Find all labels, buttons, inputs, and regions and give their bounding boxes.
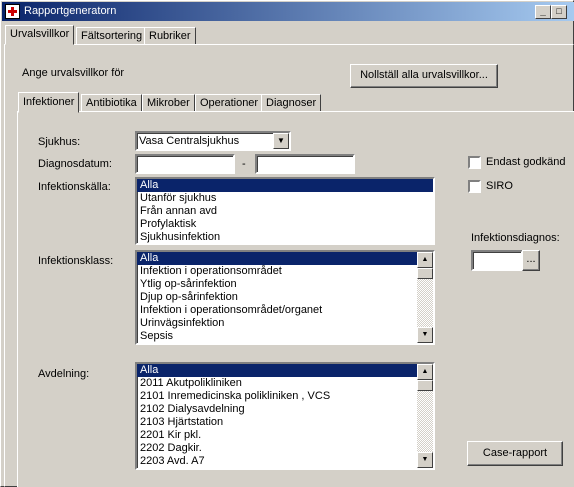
- datum-from-field[interactable]: [135, 154, 235, 174]
- arrow-up-icon[interactable]: ▲: [417, 252, 433, 268]
- list-item[interactable]: Sjukhusinfektion: [137, 231, 433, 243]
- tab-antibiotika[interactable]: Antibiotika: [81, 94, 142, 112]
- arrow-up-icon[interactable]: ▲: [417, 364, 433, 380]
- app-icon: [5, 4, 20, 19]
- klass-list[interactable]: Alla Infektion i operationsområdet Ytlig…: [135, 250, 435, 345]
- avdelning-list[interactable]: Alla 2011 Akutpolikliniken 2101 Inremedi…: [135, 362, 435, 470]
- datum-label: Diagnosdatum:: [38, 158, 112, 170]
- endast-godkand-checkbox[interactable]: [468, 156, 481, 169]
- sjukhus-select[interactable]: Vasa Centralsjukhus ▼: [135, 131, 291, 151]
- list-item[interactable]: 2103 Hjärtstation: [137, 416, 433, 429]
- scroll-thumb[interactable]: [417, 268, 433, 279]
- diagnos-label: Infektionsdiagnos:: [471, 232, 560, 244]
- datum-to-field[interactable]: [255, 154, 355, 174]
- arrow-down-icon[interactable]: ▼: [417, 452, 433, 468]
- kalla-label: Infektionskälla:: [38, 181, 111, 193]
- tab-faltsortering[interactable]: Fältsortering: [76, 27, 148, 45]
- list-item[interactable]: 2102 Dialysavdelning: [137, 403, 433, 416]
- maximize-button[interactable]: □: [551, 5, 567, 19]
- sjukhus-label: Sjukhus:: [38, 136, 81, 148]
- list-item[interactable]: Sepsis: [137, 330, 433, 343]
- list-item[interactable]: 2201 Kir pkl.: [137, 429, 433, 442]
- avdelning-scrollbar[interactable]: ▲ ▼: [417, 364, 433, 468]
- klass-scrollbar[interactable]: ▲ ▼: [417, 252, 433, 343]
- tab-operationer[interactable]: Operationer: [195, 94, 264, 112]
- avdelning-label: Avdelning:: [38, 368, 90, 380]
- list-item[interactable]: Alla: [137, 364, 433, 377]
- siro-checkbox[interactable]: [468, 180, 481, 193]
- close-button[interactable]: [567, 5, 574, 19]
- list-item[interactable]: Infektion i operationsområdet/organet: [137, 304, 433, 317]
- diagnos-field[interactable]: [471, 250, 523, 271]
- title-bar[interactable]: Rapportgeneratorn _ □: [2, 2, 574, 21]
- datum-separator: -: [242, 158, 246, 170]
- list-item[interactable]: Alla: [137, 179, 433, 192]
- prompt-label: Ange urvalsvillkor för: [22, 67, 125, 79]
- tab-diagnoser[interactable]: Diagnoser: [261, 94, 322, 112]
- tab-rubriker[interactable]: Rubriker: [144, 27, 196, 45]
- reset-all-button[interactable]: Nollställ alla urvalsvillkor...: [350, 64, 498, 88]
- tab-urvalsvillkor[interactable]: Urvalsvillkor: [5, 25, 75, 45]
- list-item[interactable]: Utanför sjukhus: [137, 192, 433, 205]
- chevron-down-icon[interactable]: ▼: [273, 133, 289, 149]
- tab-mikrober[interactable]: Mikrober: [142, 94, 195, 112]
- tab-infektioner[interactable]: Infektioner: [18, 92, 80, 113]
- sjukhus-value: Vasa Centralsjukhus: [139, 135, 240, 147]
- list-item[interactable]: 2202 Dagkir.: [137, 442, 433, 455]
- main-window: Rapportgeneratorn _ □ Urvalsvillkor Fält…: [0, 0, 574, 487]
- list-item[interactable]: 2011 Akutpolikliniken: [137, 377, 433, 390]
- browse-button[interactable]: ...: [522, 250, 540, 271]
- minimize-button[interactable]: _: [535, 5, 551, 19]
- list-item[interactable]: Ytlig op-sårinfektion: [137, 278, 433, 291]
- list-item[interactable]: 2203 Avd. A7: [137, 455, 433, 468]
- klass-label: Infektionsklass:: [38, 255, 114, 267]
- siro-label: SIRO: [486, 180, 513, 192]
- list-item[interactable]: Från annan avd: [137, 205, 433, 218]
- endast-godkand-label: Endast godkänd: [486, 156, 566, 168]
- list-item[interactable]: Urinvägsinfektion: [137, 317, 433, 330]
- case-rapport-button[interactable]: Case-rapport: [467, 441, 563, 466]
- list-item[interactable]: 2101 Inremedicinska polikliniken , VCS: [137, 390, 433, 403]
- list-item[interactable]: Profylaktisk: [137, 218, 433, 231]
- arrow-down-icon[interactable]: ▼: [417, 327, 433, 343]
- window-title: Rapportgeneratorn: [24, 5, 117, 17]
- scroll-thumb[interactable]: [417, 380, 433, 391]
- list-item[interactable]: Infektion i operationsområdet: [137, 265, 433, 278]
- list-item[interactable]: Djup op-sårinfektion: [137, 291, 433, 304]
- list-item[interactable]: Alla: [137, 252, 433, 265]
- kalla-list[interactable]: Alla Utanför sjukhus Från annan avd Prof…: [135, 177, 435, 245]
